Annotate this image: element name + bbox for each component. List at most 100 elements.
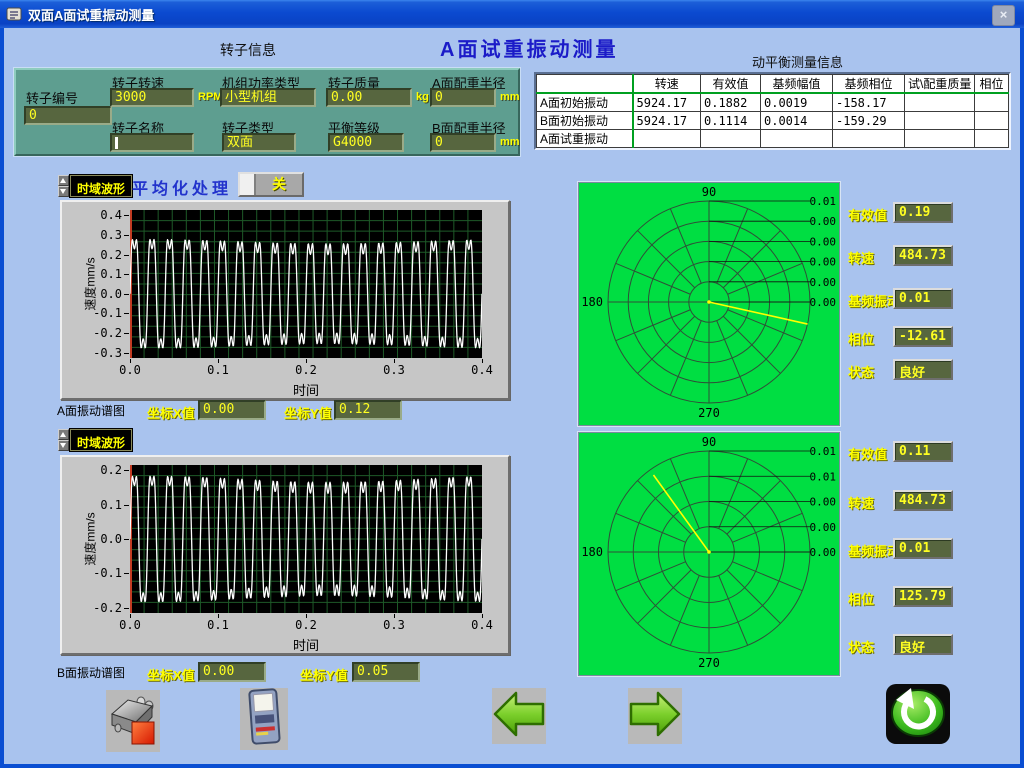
rotor-id-label: 转子编号 <box>26 88 78 107</box>
radius-b-unit: mm <box>500 136 520 148</box>
x-tick-label: 0.4 <box>462 618 502 632</box>
refresh-icon <box>885 683 951 750</box>
selector-spinner <box>58 175 69 197</box>
averaging-label: 平均化处理 <box>132 175 232 199</box>
rotor-name-field[interactable] <box>110 133 194 152</box>
radius-a-field[interactable]: 0 <box>430 88 496 107</box>
polar-chart-a: 0.010.000.000.000.000.0090180270 <box>578 182 840 426</box>
coord-x-field-b: 0.00 <box>198 662 266 682</box>
y-tick-label: 0.4 <box>82 208 122 222</box>
y-tick-mark <box>124 608 129 609</box>
table-header-cell <box>537 75 633 94</box>
y-tick-mark <box>124 313 129 314</box>
spin-up-icon[interactable] <box>58 175 69 186</box>
svg-text:0.00: 0.00 <box>810 215 837 228</box>
y-axis-label: 速度mm/s <box>82 257 99 310</box>
coord-y-label-a: 坐标Y值 <box>284 403 332 422</box>
readout-field: 良好 <box>893 634 953 655</box>
rotor-mass-field[interactable]: 0.00 <box>326 88 412 107</box>
readouts-b: 有效值0.11转速484.73基频振动0.01相位125.79状态良好 <box>848 28 1024 764</box>
y-tick-mark <box>124 235 129 236</box>
y-tick-label: 0.3 <box>82 228 122 242</box>
rotor-type-field[interactable]: 双面 <box>222 133 296 152</box>
spin-up-icon[interactable] <box>58 429 69 440</box>
readout-field: 0.11 <box>893 441 953 462</box>
rotor-info-panel: 转子编号 0 转子转速 3000 RPM 机组功率类型 小型机组 转子质量 0.… <box>14 68 520 156</box>
coord-x-label-a: 坐标X值 <box>147 403 195 422</box>
x-tick-label: 0.3 <box>374 363 414 377</box>
waveform-selector-b[interactable]: 时域波形 <box>58 429 132 451</box>
x-tick-mark <box>218 614 219 618</box>
close-button[interactable]: × <box>992 5 1015 26</box>
rotor-mass-unit: kg <box>416 91 429 103</box>
title-bar: 双面A面试重振动测量 × <box>0 0 1024 28</box>
svg-text:0.01: 0.01 <box>810 470 837 483</box>
table-header-cell: 有效值 <box>701 75 761 94</box>
waveform-selector-a[interactable]: 时域波形 <box>58 175 132 197</box>
rotor-speed-field[interactable]: 3000 <box>110 88 194 107</box>
table-cell: 0.0019 <box>761 93 833 112</box>
svg-text:0.00: 0.00 <box>810 256 837 269</box>
readout-field: 125.79 <box>893 586 953 607</box>
selector-value[interactable]: 时域波形 <box>70 175 132 197</box>
table-row-label: A面试重振动 <box>537 130 633 148</box>
balance-grade-field[interactable]: G4000 <box>328 133 404 152</box>
svg-text:270: 270 <box>698 406 720 420</box>
device-button[interactable] <box>240 688 288 750</box>
coord-x-field-a: 0.00 <box>198 400 266 420</box>
table-cell <box>761 130 833 148</box>
polar-chart-b: 0.010.010.000.000.0090180270 <box>578 432 840 676</box>
svg-text:0.00: 0.00 <box>810 496 837 509</box>
toggle-state: 关 <box>256 174 302 195</box>
x-axis-label: 时间 <box>130 635 482 654</box>
waveform-chart-a: 0.40.30.20.10.0-0.1-0.2-0.30.00.10.20.30… <box>60 200 510 400</box>
readout-label: 相位 <box>848 589 874 608</box>
table-row-label: A面初始振动 <box>537 93 633 112</box>
y-tick-label: -0.1 <box>82 566 122 580</box>
table-cell: 0.1882 <box>701 93 761 112</box>
client-area: 转子信息 A面试重振动测量 动平衡测量信息 转子编号 0 转子转速 3000 R… <box>4 28 1020 764</box>
y-tick-mark <box>124 353 129 354</box>
rotor-info-title: 转子信息 <box>220 40 276 60</box>
coord-y-label-b: 坐标Y值 <box>300 665 348 684</box>
waveform-chart-b: 0.20.10.0-0.1-0.20.00.10.20.30.4时间速度mm/s <box>60 455 510 655</box>
x-tick-label: 0.4 <box>462 363 502 377</box>
y-tick-mark <box>124 294 129 295</box>
chip-button[interactable] <box>106 690 160 752</box>
y-tick-mark <box>124 505 129 506</box>
readout-field: 0.01 <box>893 538 953 559</box>
balance-info-title: 动平衡测量信息 <box>752 52 843 71</box>
selector-value[interactable]: 时域波形 <box>70 429 132 451</box>
spin-down-icon[interactable] <box>58 440 69 451</box>
svg-text:180: 180 <box>581 545 603 559</box>
x-tick-label: 0.1 <box>198 618 238 632</box>
app-window: 双面A面试重振动测量 × 转子信息 A面试重振动测量 动平衡测量信息 转子编号 … <box>0 0 1024 768</box>
rotor-id-field[interactable]: 0 <box>24 106 112 125</box>
y-tick-mark <box>124 539 129 540</box>
unit-power-field[interactable]: 小型机组 <box>220 88 316 107</box>
radius-b-field[interactable]: 0 <box>430 133 496 152</box>
y-tick-label: -0.2 <box>82 601 122 615</box>
x-tick-label: 0.0 <box>110 363 150 377</box>
svg-text:0.00: 0.00 <box>810 521 837 534</box>
readout-label: 状态 <box>848 637 874 656</box>
x-tick-mark <box>482 614 483 618</box>
averaging-toggle[interactable]: 关 <box>238 172 304 197</box>
readout-field: 484.73 <box>893 490 953 511</box>
svg-text:180: 180 <box>581 295 603 309</box>
coord-y-field-b: 0.05 <box>352 662 420 682</box>
x-tick-mark <box>394 614 395 618</box>
x-tick-label: 0.0 <box>110 618 150 632</box>
next-button[interactable] <box>628 688 682 744</box>
svg-text:90: 90 <box>702 185 716 199</box>
y-tick-label: 0.2 <box>82 463 122 477</box>
svg-text:0.00: 0.00 <box>810 296 837 309</box>
chart-b-caption: B面振动谱图 <box>57 664 125 681</box>
spin-down-icon[interactable] <box>58 186 69 197</box>
page-title: A面试重振动测量 <box>440 33 618 62</box>
prev-button[interactable] <box>492 688 546 744</box>
x-tick-mark <box>306 359 307 363</box>
chip-icon <box>110 692 156 751</box>
refresh-button[interactable] <box>884 684 952 748</box>
table-cell: 0.1114 <box>701 112 761 130</box>
